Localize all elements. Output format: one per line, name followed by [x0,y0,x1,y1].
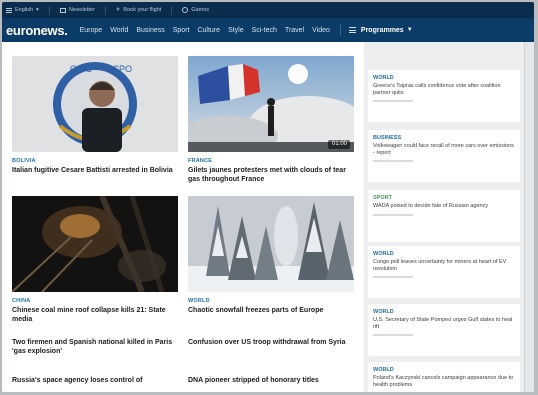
nav-video[interactable]: Video [312,27,330,34]
sidebar-item-category: WORLD [373,309,394,315]
menu-icon [6,7,12,13]
divider [104,5,106,15]
newsletter-link[interactable]: Newsletter [59,7,95,13]
sidebar-item-title[interactable]: Congo poll leaves uncertainty for miners… [373,259,515,273]
page-scrollbar[interactable] [524,42,534,392]
main-nav: euronews. Europe World Business Sport Cu… [2,18,534,42]
envelope-icon [59,7,66,13]
article-category[interactable]: CHINA [12,298,30,304]
sidebar-item-meta [373,160,413,162]
article-category[interactable]: WORLD [188,298,210,304]
sidebar-item-meta [373,100,413,102]
sidebar-item-title[interactable]: Greece's Tsipras calls confidence vote a… [373,83,515,97]
article-image-snowfall[interactable] [188,196,354,292]
games-label: Games [191,7,210,13]
article-card[interactable]: CHINA Chinese coal mine roof collapse ki… [12,196,178,326]
flight-label: Book your flight [123,7,162,13]
nav-sci-tech[interactable]: Sci-tech [252,27,277,34]
sidebar-item-category: BUSINESS [373,135,402,141]
article-category[interactable]: FRANCE [188,158,212,164]
sidebar-item-category: WORLD [373,75,394,81]
chevron-down-icon: ▼ [406,27,413,33]
games-link[interactable]: Games [182,7,209,13]
divider [48,5,50,15]
plane-icon: ✈ [115,7,121,13]
sidebar-item-title[interactable]: WADA poised to decide fate of Russian ag… [373,203,515,210]
sidebar-item-category: WORLD [373,251,394,257]
nav-europe[interactable]: Europe [80,27,103,34]
article-headline[interactable]: Confusion over US troop withdrawal from … [188,338,354,347]
article-headline[interactable]: Two firemen and Spanish national killed … [12,338,178,356]
video-duration: 01:00 [332,141,348,147]
nav-travel[interactable]: Travel [285,27,304,34]
sidebar-item-meta [373,214,413,216]
divider [171,5,173,15]
sidebar-item-category: SPORT [373,195,392,201]
svg-text:OIPC: OIPC [70,64,93,74]
sidebar-item-title[interactable]: U.S. Secretary of State Pompeo urges Gul… [373,317,515,331]
nav-business[interactable]: Business [136,27,164,34]
menu-icon [348,27,356,33]
chevron-down-icon: ▾ [36,7,39,13]
article-headline[interactable]: Russia's space agency loses control of [12,376,178,385]
euronews-logo[interactable]: euronews. [6,23,68,38]
gamepad-icon [182,7,189,13]
sidebar-news-item[interactable]: WORLD Greece's Tsipras calls confidence … [368,70,520,122]
sidebar-item-meta [373,276,413,278]
programmes-label: Programmes [360,26,404,34]
article-card[interactable]: 01:00 FRANCE Gilets jaunes protesters me… [188,56,354,186]
main-content: OIPC ICPO BOLIVIA Italian fugitive Cesar… [2,42,534,392]
programmes-menu[interactable]: Programmes ▼ [348,26,413,34]
article-image-gilets-jaunes[interactable]: 01:00 [188,56,354,152]
nav-sport[interactable]: Sport [173,27,190,34]
article-image-battisti[interactable]: OIPC ICPO [12,56,178,152]
newsletter-label: Newsletter [68,7,95,13]
sidebar-news-item[interactable]: WORLD U.S. Secretary of State Pompeo urg… [368,304,520,356]
language-label: English [15,7,34,13]
language-selector[interactable]: English ▾ [6,7,39,13]
sidebar-news-item[interactable]: SPORT WADA poised to decide fate of Russ… [368,190,520,242]
sidebar-news-item[interactable]: WORLD Congo poll leaves uncertainty for … [368,246,520,298]
nav-world[interactable]: World [110,27,128,34]
article-headline[interactable]: Italian fugitive Cesare Battisti arreste… [12,166,178,175]
nav-culture[interactable]: Culture [197,27,220,34]
sidebar-item-title[interactable]: Volkswagen could face recall of more car… [373,143,515,157]
article-card[interactable]: WORLD Chaotic snowfall freezes parts of … [188,196,354,326]
latest-news-sidebar: WORLD Greece's Tsipras calls confidence … [364,42,524,392]
sidebar-news-item[interactable]: WORLD Poland's Kaczynski cancels campaig… [368,362,520,392]
sidebar-item-meta [373,334,413,336]
article-headline[interactable]: Chinese coal mine roof collapse kills 21… [12,306,178,324]
flight-link[interactable]: ✈ Book your flight [116,7,162,13]
article-headline[interactable]: Chaotic snowfall freezes parts of Europe [188,306,354,315]
svg-text:ICPO: ICPO [110,64,132,74]
sidebar-item-category: WORLD [373,367,394,373]
article-headline[interactable]: Gilets jaunes protesters met with clouds… [188,166,354,184]
utility-bar: English ▾ Newsletter ✈ Book your flight … [2,2,534,18]
article-headline[interactable]: DNA pioneer stripped of honorary titles [188,376,354,385]
divider [339,24,341,36]
nav-style[interactable]: Style [228,27,244,34]
sidebar-news-item[interactable]: BUSINESS Volkswagen could face recall of… [368,130,520,182]
browser-page: English ▾ Newsletter ✈ Book your flight … [2,2,534,392]
article-card[interactable]: OIPC ICPO BOLIVIA Italian fugitive Cesar… [12,56,178,186]
article-category[interactable]: BOLIVIA [12,158,36,164]
sidebar-item-title[interactable]: Poland's Kaczynski cancels campaign appe… [373,375,515,389]
article-image-coal-mine[interactable] [12,196,178,292]
